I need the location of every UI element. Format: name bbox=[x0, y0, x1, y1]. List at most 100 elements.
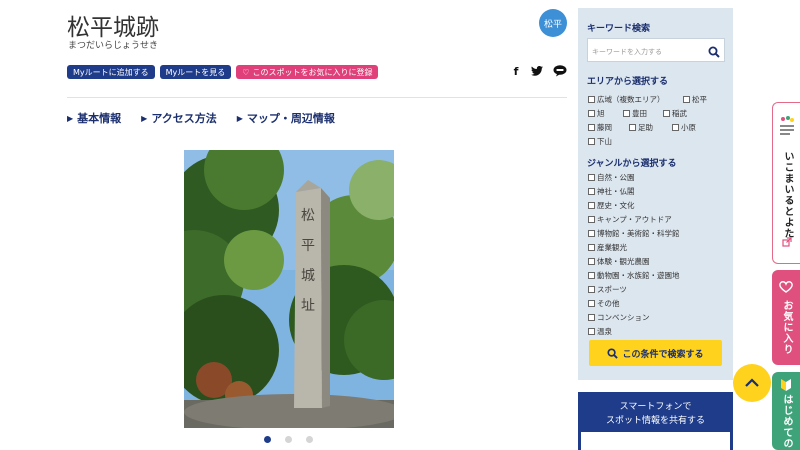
genre-checkbox[interactable]: 博物館・美術館・科学館 bbox=[588, 228, 680, 239]
area-checkbox[interactable]: 旭 bbox=[588, 108, 605, 119]
genre-checkbox[interactable]: キャンプ・アウトドア bbox=[588, 214, 672, 225]
tab-access[interactable]: ▶ アクセス方法 bbox=[141, 110, 217, 126]
area-label: 藤岡 bbox=[597, 123, 612, 132]
keyword-input[interactable] bbox=[588, 41, 698, 63]
area-checkbox[interactable]: 足助 bbox=[629, 122, 653, 133]
facebook-icon[interactable]: f bbox=[509, 64, 523, 78]
genre-checkbox[interactable]: 自然・公園 bbox=[588, 172, 635, 183]
castle-monument-image: 松 平 城 址 bbox=[184, 150, 394, 428]
checkbox-box bbox=[588, 258, 595, 265]
genre-checkbox[interactable]: 動物園・水族館・遊園地 bbox=[588, 270, 680, 281]
checkbox-box bbox=[588, 216, 595, 223]
genre-heading: ジャンルから選択する bbox=[587, 159, 677, 169]
genre-label: 神社・仏閣 bbox=[597, 187, 635, 196]
facebook-glyph: f bbox=[513, 64, 519, 78]
gallery-dot[interactable] bbox=[285, 436, 292, 443]
area-checkbox[interactable]: 松平 bbox=[683, 94, 707, 105]
area-checkbox[interactable]: 稲武 bbox=[663, 108, 687, 119]
twitter-icon[interactable] bbox=[530, 64, 544, 78]
genre-label: 産業観光 bbox=[597, 243, 627, 252]
checkbox-box bbox=[588, 202, 595, 209]
checkbox-box bbox=[588, 96, 595, 103]
gallery-dot[interactable] bbox=[264, 436, 271, 443]
genre-checkbox[interactable]: 体験・観光農園 bbox=[588, 256, 650, 267]
floating-tab-brand[interactable]: いこまいるとよた bbox=[772, 102, 800, 264]
checkbox-box bbox=[663, 110, 670, 117]
checkbox-box bbox=[629, 124, 636, 131]
gallery-pagination bbox=[264, 436, 313, 443]
keyword-search-box bbox=[587, 38, 725, 63]
checkbox-box bbox=[672, 124, 679, 131]
svg-text:址: 址 bbox=[301, 298, 315, 314]
search-icon[interactable] bbox=[708, 43, 720, 62]
first-time-tab-label: はじめての bbox=[781, 394, 792, 449]
genre-checkbox[interactable]: スポーツ bbox=[588, 284, 627, 295]
add-to-my-route-button[interactable]: Myルートに追加する bbox=[67, 65, 155, 79]
genre-label: キャンプ・アウトドア bbox=[597, 215, 672, 224]
view-my-route-button[interactable]: Myルートを見る bbox=[159, 65, 232, 79]
area-checkbox[interactable]: 豊田 bbox=[623, 108, 647, 119]
checkbox-box bbox=[588, 174, 595, 181]
genre-label: 自然・公園 bbox=[597, 173, 635, 182]
area-checkbox[interactable]: 下山 bbox=[588, 136, 612, 147]
line-icon[interactable] bbox=[553, 64, 567, 78]
genre-checkbox[interactable]: 歴史・文化 bbox=[588, 200, 635, 211]
checkbox-box bbox=[588, 188, 595, 195]
tab-basic-info[interactable]: ▶ 基本情報 bbox=[67, 110, 121, 126]
gallery-dot[interactable] bbox=[306, 436, 313, 443]
svg-text:城: 城 bbox=[301, 268, 315, 284]
svg-text:平: 平 bbox=[301, 238, 315, 254]
tab-map-surroundings[interactable]: ▶ マップ・周辺情報 bbox=[237, 110, 335, 126]
search-sidebar: キーワード検索 エリアから選択する 広域（複数エリア） 松平 旭 豊田 稲武 藤… bbox=[578, 8, 733, 380]
area-heading: エリアから選択する bbox=[587, 77, 669, 87]
area-label: 小原 bbox=[681, 123, 696, 132]
checkbox-box bbox=[588, 314, 595, 321]
floating-tab-first-time[interactable]: はじめての bbox=[772, 372, 800, 450]
checkbox-box bbox=[588, 230, 595, 237]
area-label: 広域（複数エリア） bbox=[597, 95, 665, 104]
area-label: 松平 bbox=[692, 95, 707, 104]
heart-icon: ♡ bbox=[242, 67, 250, 77]
search-submit-label: この条件で検索する bbox=[622, 349, 704, 360]
search-submit-button[interactable]: この条件で検索する bbox=[589, 340, 722, 366]
checkbox-box bbox=[623, 110, 630, 117]
chevron-up-icon bbox=[745, 378, 759, 387]
genre-label: 動物園・水族館・遊園地 bbox=[597, 271, 680, 280]
smartphone-share-box[interactable]: スマートフォンで スポット情報を共有する bbox=[578, 392, 733, 450]
checkbox-box bbox=[588, 328, 595, 335]
back-to-top-button[interactable] bbox=[733, 364, 771, 402]
triangle-right-icon: ▶ bbox=[236, 113, 243, 123]
spot-photo[interactable]: 松 平 城 址 bbox=[184, 150, 394, 428]
area-checkbox[interactable]: 藤岡 bbox=[588, 122, 612, 133]
genre-label: 歴史・文化 bbox=[597, 201, 635, 210]
genre-checkbox[interactable]: コンベンション bbox=[588, 312, 650, 323]
genre-label: コンベンション bbox=[597, 313, 650, 322]
add-favorite-label: このスポットをお気に入りに登録 bbox=[252, 67, 373, 77]
genre-checkbox[interactable]: その他 bbox=[588, 298, 620, 309]
brand-logo-icon bbox=[780, 116, 794, 135]
floating-tab-favorites[interactable]: お気に入り bbox=[772, 270, 800, 365]
genre-label: 博物館・美術館・科学館 bbox=[597, 229, 680, 238]
checkbox-box bbox=[588, 110, 595, 117]
area-label: 足助 bbox=[638, 123, 653, 132]
genre-checkbox[interactable]: 神社・仏閣 bbox=[588, 186, 635, 197]
area-checkbox[interactable]: 小原 bbox=[672, 122, 696, 133]
add-favorite-button[interactable]: ♡ このスポットをお気に入りに登録 bbox=[236, 65, 379, 79]
genre-checkbox[interactable]: 温泉 bbox=[588, 326, 612, 337]
share-box-line1: スマートフォンで bbox=[619, 402, 692, 412]
tab-label: アクセス方法 bbox=[151, 112, 217, 125]
checkbox-box bbox=[588, 300, 595, 307]
checkbox-box bbox=[588, 244, 595, 251]
page-title: 松平城跡 bbox=[67, 15, 159, 41]
genre-checkbox[interactable]: 産業観光 bbox=[588, 242, 627, 253]
genre-label: 温泉 bbox=[597, 327, 612, 336]
tab-label: 基本情報 bbox=[77, 112, 122, 125]
main-content: 松平城跡 まつだいらじょうせき 松平 Myルートに追加する Myルートを見る ♡… bbox=[0, 0, 578, 450]
svg-text:松: 松 bbox=[301, 208, 315, 224]
area-badge[interactable]: 松平 bbox=[539, 9, 567, 37]
checkbox-box bbox=[683, 96, 690, 103]
triangle-right-icon: ▶ bbox=[141, 113, 148, 123]
area-checkbox[interactable]: 広域（複数エリア） bbox=[588, 94, 665, 105]
checkbox-box bbox=[588, 124, 595, 131]
share-box-body bbox=[581, 432, 730, 450]
